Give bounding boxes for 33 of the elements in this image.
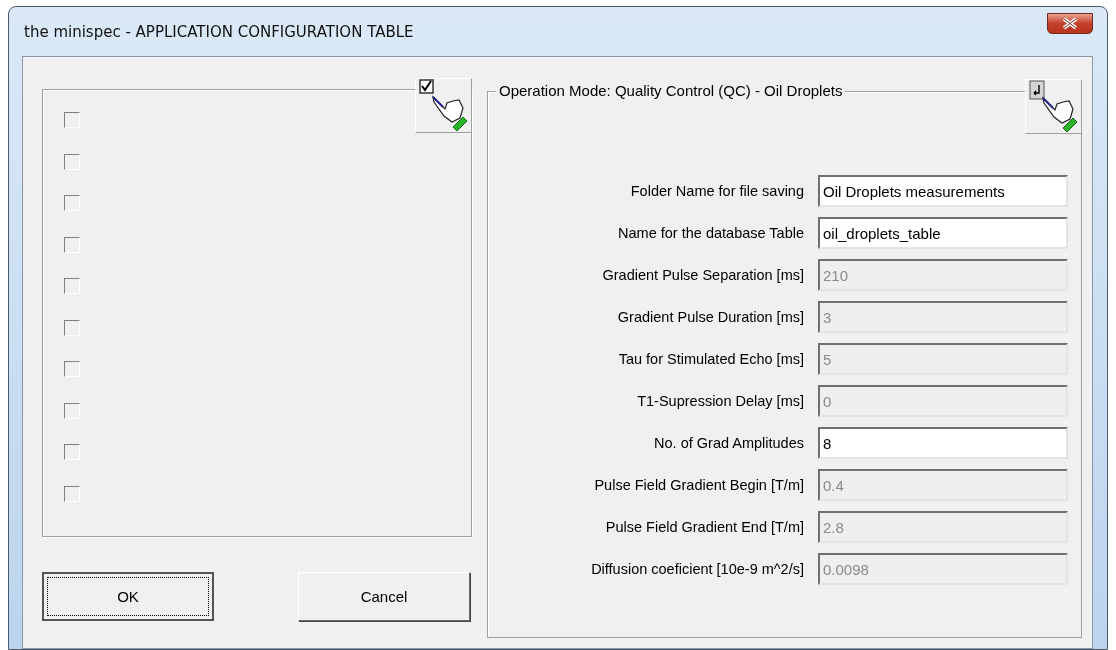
checkbox[interactable] [64,319,80,336]
field-label: Gradient Pulse Duration [ms] [616,309,804,325]
checkbox[interactable] [64,236,80,253]
select-toggle-button[interactable] [415,78,472,133]
checkbox[interactable] [64,444,80,460]
field-label: No. of Grad Amplitudes [653,435,804,451]
field-label: Pulse Field Gradient End [T/m] [604,519,804,535]
checkbox[interactable] [64,361,80,377]
field-label: Gradient Pulse Separation [ms] [601,267,804,283]
checkbox[interactable] [64,153,80,170]
window-title: the minispec - APPLICATION CONFIGURATION TABLE [24,22,414,41]
field-label: Diffusion coeficient [10e-9 m^2/s] [590,561,804,577]
checkbox[interactable] [64,278,80,294]
cancel-button[interactable]: Cancel [298,572,470,621]
text-field[interactable]: 8 [818,427,1068,459]
checkbox-hand-icon [418,79,469,131]
field-label: Folder Name for file saving [629,183,804,199]
checkbox[interactable] [64,402,80,419]
enter-hand-button[interactable] [1025,79,1082,134]
text-field[interactable]: oil_droplets_table [818,217,1068,249]
field-label: Pulse Field Gradient Begin [T/m] [593,477,804,493]
enter-key-hand-icon [1028,80,1079,132]
checkbox[interactable] [64,485,80,502]
close-button[interactable] [1047,12,1093,34]
text-field[interactable]: Oil Droplets measurements [818,175,1068,207]
checkbox[interactable] [64,112,80,128]
checkbox[interactable] [64,195,80,211]
group-title: Operation Mode: Quality Control (QC) - Oil Droplets [496,82,846,99]
ok-button[interactable]: OK [42,572,214,621]
field-label: Name for the database Table [617,225,804,241]
field-label: T1-Supression Delay [ms] [636,393,804,409]
close-icon [1060,16,1080,30]
field-label: Tau for Stimulated Echo [ms] [617,351,804,367]
